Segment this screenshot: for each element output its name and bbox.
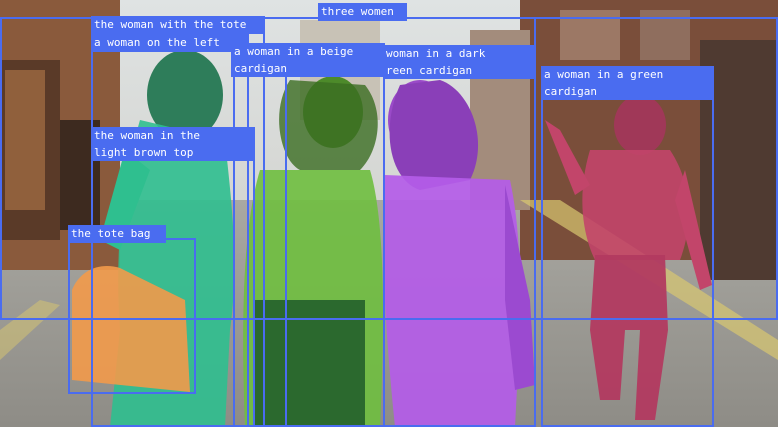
box-green (541, 66, 714, 427)
label-three-women: three women (318, 3, 407, 21)
label-green: a woman in a green cardigan (541, 66, 714, 100)
box-tote-bag (68, 238, 196, 394)
box-dark (383, 45, 536, 427)
label-left-woman: a woman on the left (91, 34, 249, 52)
label-tote-woman: the woman with the tote (91, 16, 265, 34)
label-dark: woman in a dark reen cardigan (383, 45, 536, 79)
label-light-brown: the woman in the light brown top (91, 127, 255, 161)
label-tote-bag: the tote bag (68, 225, 166, 243)
box-beige-2 (285, 43, 385, 427)
annotated-photo: the woman with the tote a woman on the l… (0, 0, 778, 427)
label-beige: a woman in a beige cardigan (231, 43, 383, 77)
